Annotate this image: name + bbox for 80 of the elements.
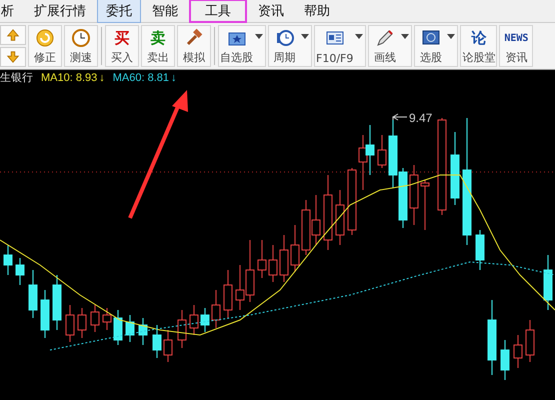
candlestick	[178, 310, 186, 348]
candlestick	[114, 310, 122, 346]
toolbar-button[interactable]: 选股	[414, 25, 458, 67]
menu-item[interactable]: 扩展行情	[25, 0, 95, 23]
caret-icon	[255, 34, 263, 39]
toolbar-button[interactable]: 测速	[64, 25, 98, 67]
down-arrow-button[interactable]	[0, 47, 26, 67]
candlestick	[312, 194, 320, 246]
candlestick	[152, 324, 162, 358]
caret-icon	[355, 34, 364, 39]
candlestick	[40, 290, 50, 338]
candlestick	[366, 124, 374, 176]
candlestick	[236, 264, 244, 310]
candlestick	[388, 120, 398, 188]
candlestick	[4, 244, 12, 276]
candlestick	[78, 308, 86, 338]
menu-item[interactable]: 帮助	[295, 0, 339, 23]
up-arrow-button[interactable]	[0, 25, 26, 45]
candlestick	[126, 314, 134, 342]
candlestick	[336, 190, 344, 246]
candlestick	[526, 320, 534, 362]
toolbar-button[interactable]: 买 买入	[105, 25, 139, 67]
candlestick	[420, 180, 430, 230]
candlestick	[348, 168, 356, 236]
caret-icon	[301, 34, 309, 39]
candlestick	[16, 258, 24, 286]
candlestick	[138, 318, 148, 346]
candlestick	[224, 270, 232, 318]
down-arrow-icon	[6, 50, 20, 64]
candlestick	[246, 240, 254, 302]
candlestick	[66, 304, 74, 342]
candlestick	[258, 240, 266, 278]
candlestick	[378, 134, 386, 168]
toolbar-button[interactable]: 模拟	[177, 25, 211, 67]
pencil-icon	[374, 28, 395, 48]
candlestick	[358, 134, 368, 190]
menu-item[interactable]: 委托	[97, 0, 141, 23]
clock-icon	[274, 28, 294, 48]
toolbar-button[interactable]: 自选股	[218, 25, 266, 67]
candlestick	[268, 244, 278, 282]
toolbar-button[interactable]: F10/F9	[314, 25, 366, 67]
candlestick	[410, 164, 418, 226]
candlestick	[514, 334, 522, 368]
menu-item[interactable]: 智能	[143, 0, 187, 23]
up-arrow-icon	[6, 28, 20, 42]
candlestick	[190, 304, 198, 336]
refresh-icon	[35, 28, 55, 48]
candlestick	[28, 270, 38, 318]
candlestick	[544, 254, 552, 310]
candlestick	[52, 274, 62, 330]
candlestick	[164, 330, 172, 362]
hammer-icon	[184, 28, 204, 48]
caret-icon	[447, 34, 456, 39]
candlestick	[398, 168, 408, 228]
toolbar-button[interactable]: 修正	[28, 25, 62, 67]
glyph-icon: NEWS	[504, 32, 528, 44]
candlestick	[500, 340, 510, 380]
candlestick	[476, 230, 484, 270]
candlestick	[212, 290, 220, 328]
glyph-icon: 卖	[150, 28, 166, 48]
glyph-icon: 买	[114, 28, 130, 48]
candlestick	[200, 308, 210, 332]
toolbar-button[interactable]: 卖 卖出	[141, 25, 175, 67]
toolbar-button[interactable]: 论 论股堂	[460, 25, 498, 67]
candlestick	[290, 224, 300, 272]
menu-item[interactable]: 资讯	[249, 0, 293, 23]
toolbar-button[interactable]: 画线	[368, 25, 412, 67]
menu-item[interactable]: 析	[0, 0, 23, 23]
indicator-value: MA10: 8.93 ↓	[41, 72, 105, 84]
caret-icon	[401, 34, 410, 39]
glyph-icon: 论	[471, 28, 486, 48]
toolbar-button[interactable]: NEWS 资讯	[499, 25, 534, 67]
candlestick	[102, 308, 112, 330]
candlestick	[280, 234, 288, 282]
candlestick	[302, 200, 310, 256]
indicator-value: MA60: 8.81 ↓	[112, 72, 177, 84]
candlestick	[90, 304, 100, 332]
stock-name: 生银行	[0, 71, 33, 85]
clock-icon	[71, 28, 91, 48]
toolbar-button[interactable]: 周期	[268, 25, 312, 67]
